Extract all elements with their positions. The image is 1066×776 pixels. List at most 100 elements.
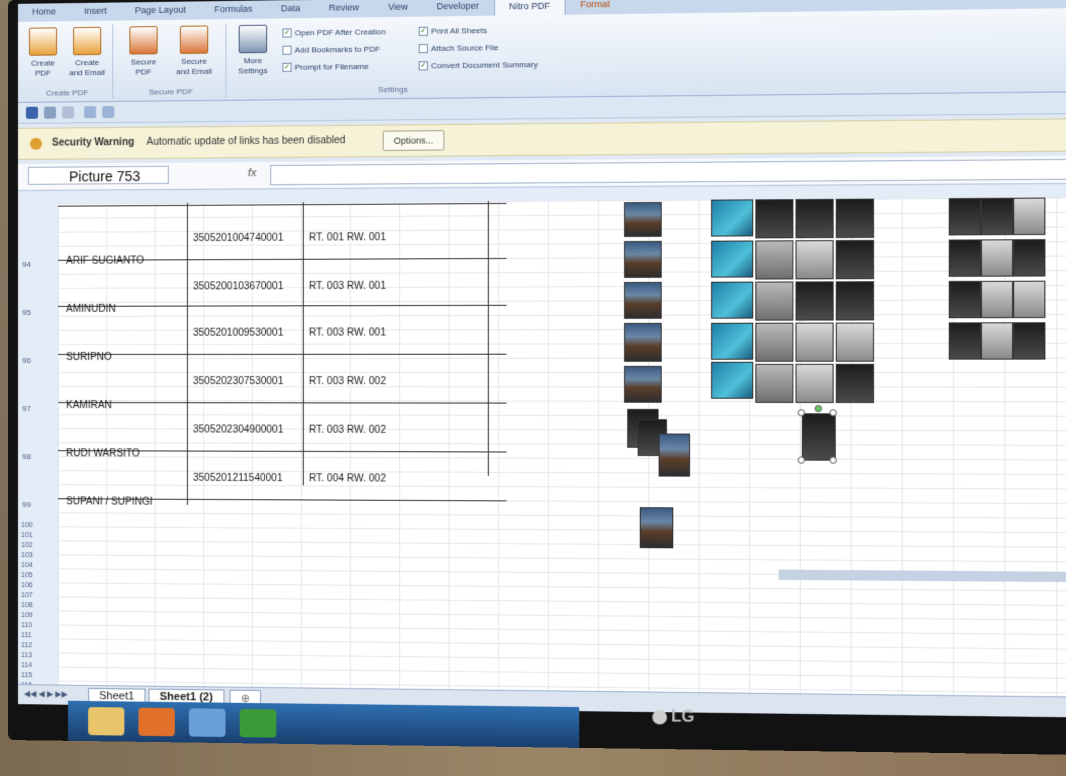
quick-print-icon[interactable] [102,106,114,118]
house-photo[interactable] [624,323,662,362]
resize-handle[interactable] [829,457,836,464]
interior-photo[interactable] [796,240,834,279]
resize-handle[interactable] [798,456,805,463]
attach-source-file-checkbox[interactable]: Attach Source File [419,43,499,53]
tab-nitro-pdf[interactable]: Nitro PDF [494,0,566,16]
tab-data[interactable]: Data [267,0,315,19]
create-and-email-button[interactable]: Create and Email [68,27,106,79]
prompt-for-filename-checkbox[interactable]: ✓ Prompt for Filename [282,62,368,72]
formula-input[interactable] [270,159,1066,185]
cell-rt-rw[interactable]: RT. 004 RW. 002 [309,473,386,484]
tab-home[interactable]: Home [18,3,70,22]
name-box-value: Picture 753 [69,168,140,185]
cell-rt-rw[interactable]: RT. 001 RW. 001 [309,232,386,244]
id-card-photo[interactable] [711,199,753,236]
cell-nik[interactable]: 3505202307530001 [193,376,283,387]
meter-photo[interactable] [755,323,793,362]
open-pdf-after-creation-checkbox[interactable]: ✓ Open PDF After Creation [282,27,385,38]
create-pdf-button[interactable]: Create PDF [24,27,62,79]
secure-pdf-button[interactable]: Secure PDF [124,26,162,78]
extra-photo[interactable] [981,322,1013,359]
house-photo[interactable] [624,202,662,237]
resize-handle[interactable] [798,409,805,416]
id-card-photo[interactable] [711,240,753,277]
extra-photo[interactable] [981,281,1013,318]
cell-name[interactable]: SURIPNO [66,352,112,363]
selected-picture[interactable] [802,413,836,460]
extra-photo[interactable] [1013,239,1045,277]
cell-name[interactable]: KAMIRAN [66,400,112,411]
name-box[interactable]: Picture 753 [28,166,169,185]
meter-photo[interactable] [755,199,793,238]
cell-nik[interactable]: 3505202304900001 [193,424,283,435]
house-photo[interactable] [624,241,662,278]
cell-nik[interactable]: 3505201009530001 [193,328,283,339]
extra-photo[interactable] [1013,322,1045,359]
save-icon[interactable] [26,107,38,119]
interior-photo[interactable] [796,323,834,362]
room-photo[interactable] [836,364,874,403]
room-photo[interactable] [836,281,874,320]
explorer-icon[interactable] [88,707,124,736]
insert-function-icon[interactable]: fx [248,167,257,179]
resize-handle[interactable] [829,409,836,416]
tab-view[interactable]: View [374,0,423,17]
sheet-nav-arrows[interactable]: ◀◀ ◀ ▶ ▶▶ [24,689,68,699]
extra-photo[interactable] [981,239,1013,276]
print-all-sheets-checkbox[interactable]: ✓ Print All Sheets [419,26,487,36]
secure-and-email-button[interactable]: Secure and Email [175,25,213,77]
interior-photo[interactable] [796,281,834,320]
tab-review[interactable]: Review [315,0,374,18]
cell-rt-rw[interactable]: RT. 003 RW. 001 [309,327,386,338]
cell-name[interactable]: ARIF SUGIANTO [66,255,144,266]
network-icon[interactable] [189,708,225,737]
undo-icon[interactable] [44,107,56,119]
cell-rt-rw[interactable]: RT. 003 RW. 002 [309,376,386,387]
interior-photo[interactable] [796,199,834,238]
house-photo[interactable] [640,507,674,548]
interior-photo[interactable] [796,364,834,403]
tab-page-layout[interactable]: Page Layout [121,1,200,20]
extra-photo[interactable] [949,198,981,235]
print-preview-icon[interactable] [84,106,96,118]
meter-photo[interactable] [755,281,793,320]
rotate-handle[interactable] [815,405,822,412]
extra-photo[interactable] [1013,281,1045,318]
extra-photo[interactable] [949,281,981,318]
meter-photo[interactable] [755,240,793,279]
cell-name[interactable]: RUDI WARSITO [66,448,140,459]
cell-rt-rw[interactable]: RT. 003 RW. 001 [309,281,386,292]
extra-photo[interactable] [949,239,981,276]
meter-photo[interactable] [755,364,793,403]
room-photo[interactable] [836,199,874,238]
id-card-photo[interactable] [711,282,753,319]
redo-icon[interactable] [62,106,74,118]
excel-taskbar-icon[interactable] [240,709,277,738]
worksheet-grid[interactable]: 3505201004740001 RT. 001 RW. 001 94 ARIF… [58,197,1066,697]
cell-rt-rw[interactable]: RT. 003 RW. 002 [309,425,386,436]
more-settings-button[interactable]: More Settings [234,25,273,77]
id-card-photo[interactable] [711,323,753,360]
extra-photo[interactable] [1013,198,1045,236]
tab-format[interactable]: Format [566,0,625,15]
room-photo[interactable] [836,323,874,362]
firefox-icon[interactable] [138,708,174,737]
tab-developer[interactable]: Developer [422,0,493,17]
convert-document-summary-checkbox[interactable]: ✓ Convert Document Summary [419,60,538,71]
add-bookmarks-checkbox[interactable]: Add Bookmarks to PDF [282,45,380,56]
cell-name[interactable]: AMINUDIN [66,304,116,315]
extra-photo[interactable] [949,322,981,359]
tab-formulas[interactable]: Formulas [200,0,267,19]
extra-photo[interactable] [981,198,1013,236]
house-photo[interactable] [624,366,662,403]
tab-insert[interactable]: Insert [70,2,121,21]
room-photo[interactable] [836,240,874,279]
house-photo[interactable] [659,434,690,477]
id-card-photo[interactable] [711,362,753,399]
options-button[interactable]: Options... [383,130,445,151]
cell-name[interactable]: SUPANI / SUPINGI [66,496,152,507]
cell-nik[interactable]: 3505200103670001 [193,281,283,292]
cell-nik[interactable]: 3505201211540001 [193,473,283,484]
cell-nik[interactable]: 3505201004740001 [193,233,283,245]
house-photo[interactable] [624,282,662,319]
